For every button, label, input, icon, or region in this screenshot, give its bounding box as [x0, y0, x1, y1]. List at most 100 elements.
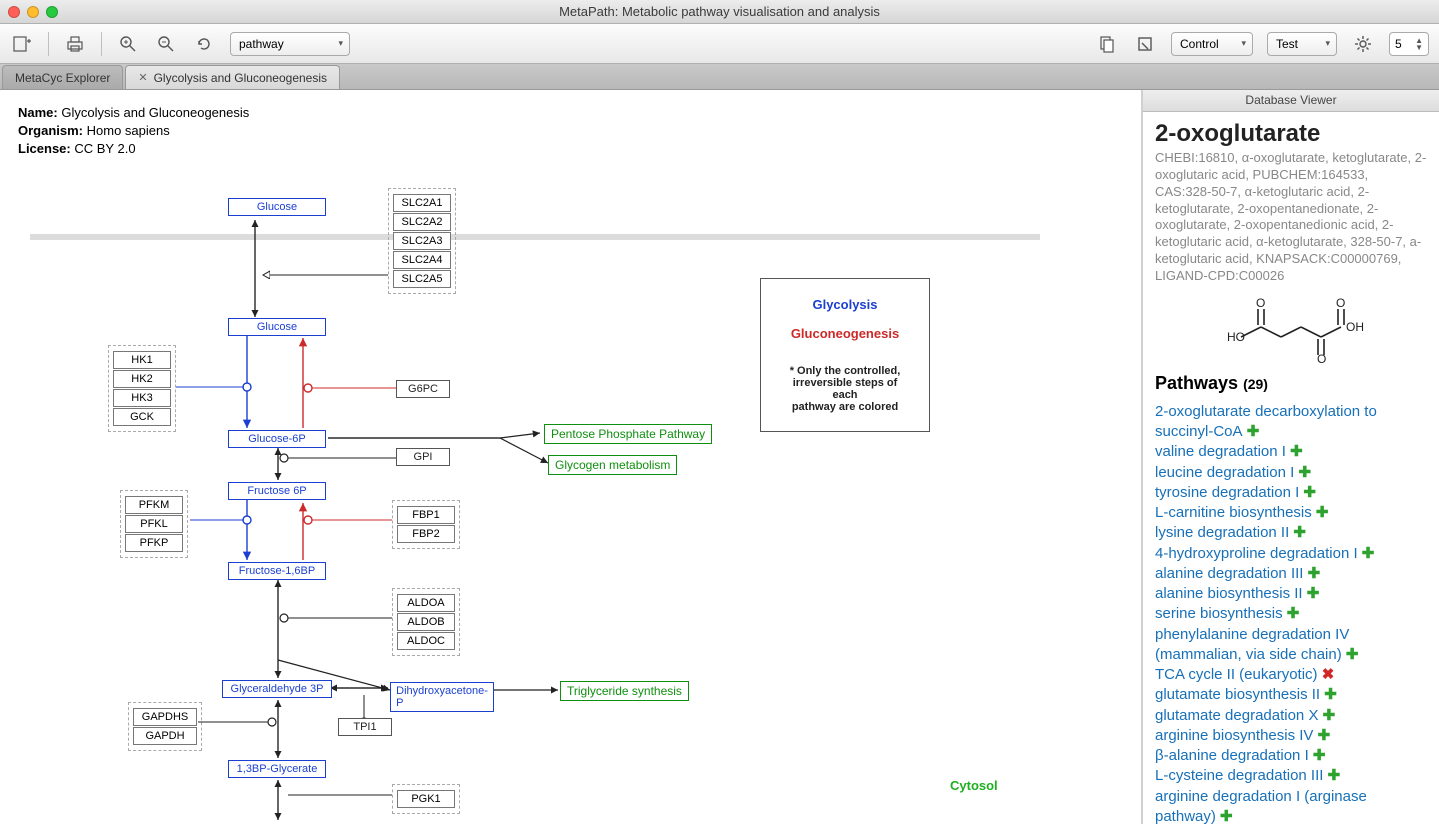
metabolite-13bpg[interactable]: 1,3BP-Glycerate	[228, 760, 326, 778]
control-select-value: Control	[1180, 37, 1219, 51]
enzyme-g6pc[interactable]: G6PC	[396, 380, 450, 398]
add-pathway-icon[interactable]: ✚	[1323, 767, 1340, 784]
pathway-info: Name: Glycolysis and Gluconeogenesis Org…	[18, 104, 249, 159]
enzyme-box[interactable]: PFKM	[125, 496, 183, 514]
enzyme-box[interactable]: HK2	[113, 370, 171, 388]
pathway-link[interactable]: serine biosynthesis	[1155, 605, 1283, 622]
add-pathway-icon[interactable]: ✚	[1312, 504, 1329, 521]
pathway-canvas[interactable]: Name: Glycolysis and Gluconeogenesis Org…	[0, 90, 1141, 824]
metabolite-glucose-ext[interactable]: Glucose	[228, 198, 326, 216]
pathway-link[interactable]: L-cysteine degradation III	[1155, 767, 1323, 784]
metabolite-glucose-int[interactable]: Glucose	[228, 318, 326, 336]
pathways-list: 2-oxoglutarate decarboxylation to succin…	[1155, 402, 1427, 824]
tab-close-icon[interactable]: ✕	[138, 71, 147, 84]
control-select[interactable]: Control	[1171, 32, 1253, 56]
pathway-link[interactable]: glutamate degradation X	[1155, 707, 1318, 724]
enzyme-box[interactable]: HK1	[113, 351, 171, 369]
legend-note: * Only the controlled,	[785, 365, 905, 377]
pathway-link[interactable]: valine degradation I	[1155, 443, 1286, 460]
add-pathway-icon[interactable]: ✚	[1299, 484, 1316, 501]
add-pathway-icon[interactable]: ✚	[1309, 747, 1326, 764]
mode-select-value: pathway	[239, 37, 284, 51]
enzyme-box[interactable]: SLC2A4	[393, 251, 451, 269]
enzyme-box[interactable]: SLC2A3	[393, 232, 451, 250]
add-pathway-icon[interactable]: ✚	[1303, 585, 1320, 602]
pathway-link[interactable]: lysine degradation II	[1155, 524, 1289, 541]
number-spinner[interactable]: 5▲▼	[1389, 32, 1429, 56]
pathway-link[interactable]: phenylalanine degradation IV (mammalian,…	[1155, 626, 1349, 663]
enzyme-box[interactable]: GAPDH	[133, 727, 197, 745]
zoom-out-icon[interactable]	[154, 32, 178, 56]
new-view-icon[interactable]	[10, 32, 34, 56]
branch-ppp[interactable]: Pentose Phosphate Pathway	[544, 424, 712, 444]
enzyme-box[interactable]: PGK1	[397, 790, 455, 808]
enzyme-box[interactable]: GAPDHS	[133, 708, 197, 726]
branch-triglyceride[interactable]: Triglyceride synthesis	[560, 681, 689, 701]
remove-pathway-icon[interactable]: ✖	[1318, 666, 1335, 683]
enzyme-box[interactable]: GCK	[113, 408, 171, 426]
add-pathway-icon[interactable]: ✚	[1358, 545, 1375, 562]
zoom-in-icon[interactable]	[116, 32, 140, 56]
enzyme-box[interactable]: SLC2A1	[393, 194, 451, 212]
settings-gear-icon[interactable]	[1351, 32, 1375, 56]
pathway-link[interactable]: glutamate biosynthesis II	[1155, 686, 1320, 703]
export-icon[interactable]	[1133, 32, 1157, 56]
pathway-link[interactable]: β-alanine degradation I	[1155, 747, 1309, 764]
branch-glycogen[interactable]: Glycogen metabolism	[548, 455, 677, 475]
pathway-name: Glycolysis and Gluconeogenesis	[61, 105, 249, 120]
metabolite-gly3p[interactable]: Glyceraldehyde 3P	[222, 680, 332, 698]
enzyme-group-slc: SLC2A1 SLC2A2 SLC2A3 SLC2A4 SLC2A5	[388, 188, 456, 294]
add-pathway-icon[interactable]: ✚	[1286, 443, 1303, 460]
enzyme-tpi[interactable]: TPI1	[338, 718, 392, 736]
close-window-button[interactable]	[8, 6, 20, 18]
pathway-link[interactable]: alanine biosynthesis II	[1155, 585, 1303, 602]
add-pathway-icon[interactable]: ✚	[1216, 808, 1233, 824]
enzyme-box[interactable]: SLC2A5	[393, 270, 451, 288]
enzyme-box[interactable]: ALDOA	[397, 594, 455, 612]
print-icon[interactable]	[63, 32, 87, 56]
add-pathway-icon[interactable]: ✚	[1294, 464, 1311, 481]
enzyme-box[interactable]: FBP1	[397, 506, 455, 524]
pathway-link[interactable]: 4-hydroxyproline degradation I	[1155, 545, 1358, 562]
toolbar-separator	[48, 32, 49, 56]
metabolite-f16bp[interactable]: Fructose-1,6BP	[228, 562, 326, 580]
pathway-link[interactable]: TCA cycle II (eukaryotic)	[1155, 666, 1318, 683]
copy-icon[interactable]	[1095, 32, 1119, 56]
minimize-window-button[interactable]	[27, 6, 39, 18]
add-pathway-icon[interactable]: ✚	[1303, 565, 1320, 582]
pathway-link[interactable]: arginine biosynthesis IV	[1155, 727, 1313, 744]
pathway-link[interactable]: tyrosine degradation I	[1155, 484, 1299, 501]
metabolite-g6p[interactable]: Glucose-6P	[228, 430, 326, 448]
add-pathway-icon[interactable]: ✚	[1313, 727, 1330, 744]
compound-structure: HO OH O O O	[1155, 297, 1427, 363]
enzyme-gpi[interactable]: GPI	[396, 448, 450, 466]
refresh-icon[interactable]	[192, 32, 216, 56]
metabolite-f6p[interactable]: Fructose 6P	[228, 482, 326, 500]
enzyme-box[interactable]: ALDOC	[397, 632, 455, 650]
add-pathway-icon[interactable]: ✚	[1283, 605, 1300, 622]
pathway-link[interactable]: L-carnitine biosynthesis	[1155, 504, 1312, 521]
add-pathway-icon[interactable]: ✚	[1318, 707, 1335, 724]
enzyme-box[interactable]: SLC2A2	[393, 213, 451, 231]
enzyme-box[interactable]: FBP2	[397, 525, 455, 543]
add-pathway-icon[interactable]: ✚	[1342, 646, 1359, 663]
tab-metacyc-explorer[interactable]: MetaCyc Explorer	[2, 65, 123, 89]
add-pathway-icon[interactable]: ✚	[1243, 423, 1260, 440]
test-select[interactable]: Test	[1267, 32, 1337, 56]
pathway-link[interactable]: arginine degradation I (arginase pathway…	[1155, 788, 1367, 824]
mode-select[interactable]: pathway	[230, 32, 350, 56]
metabolite-dhap[interactable]: Dihydroxyacetone-P	[390, 682, 494, 712]
add-pathway-icon[interactable]: ✚	[1320, 686, 1337, 703]
pathway-link[interactable]: 2-oxoglutarate decarboxylation to succin…	[1155, 403, 1377, 440]
pathway-link[interactable]: alanine degradation III	[1155, 565, 1303, 582]
enzyme-box[interactable]: PFKP	[125, 534, 183, 552]
tab-glycolysis[interactable]: ✕ Glycolysis and Gluconeogenesis	[125, 65, 340, 89]
traffic-lights	[8, 6, 58, 18]
enzyme-box[interactable]: PFKL	[125, 515, 183, 533]
add-pathway-icon[interactable]: ✚	[1289, 524, 1306, 541]
enzyme-box[interactable]: ALDOB	[397, 613, 455, 631]
enzyme-group-aldo: ALDOA ALDOB ALDOC	[392, 588, 460, 656]
pathway-link[interactable]: leucine degradation I	[1155, 464, 1294, 481]
enzyme-box[interactable]: HK3	[113, 389, 171, 407]
zoom-window-button[interactable]	[46, 6, 58, 18]
